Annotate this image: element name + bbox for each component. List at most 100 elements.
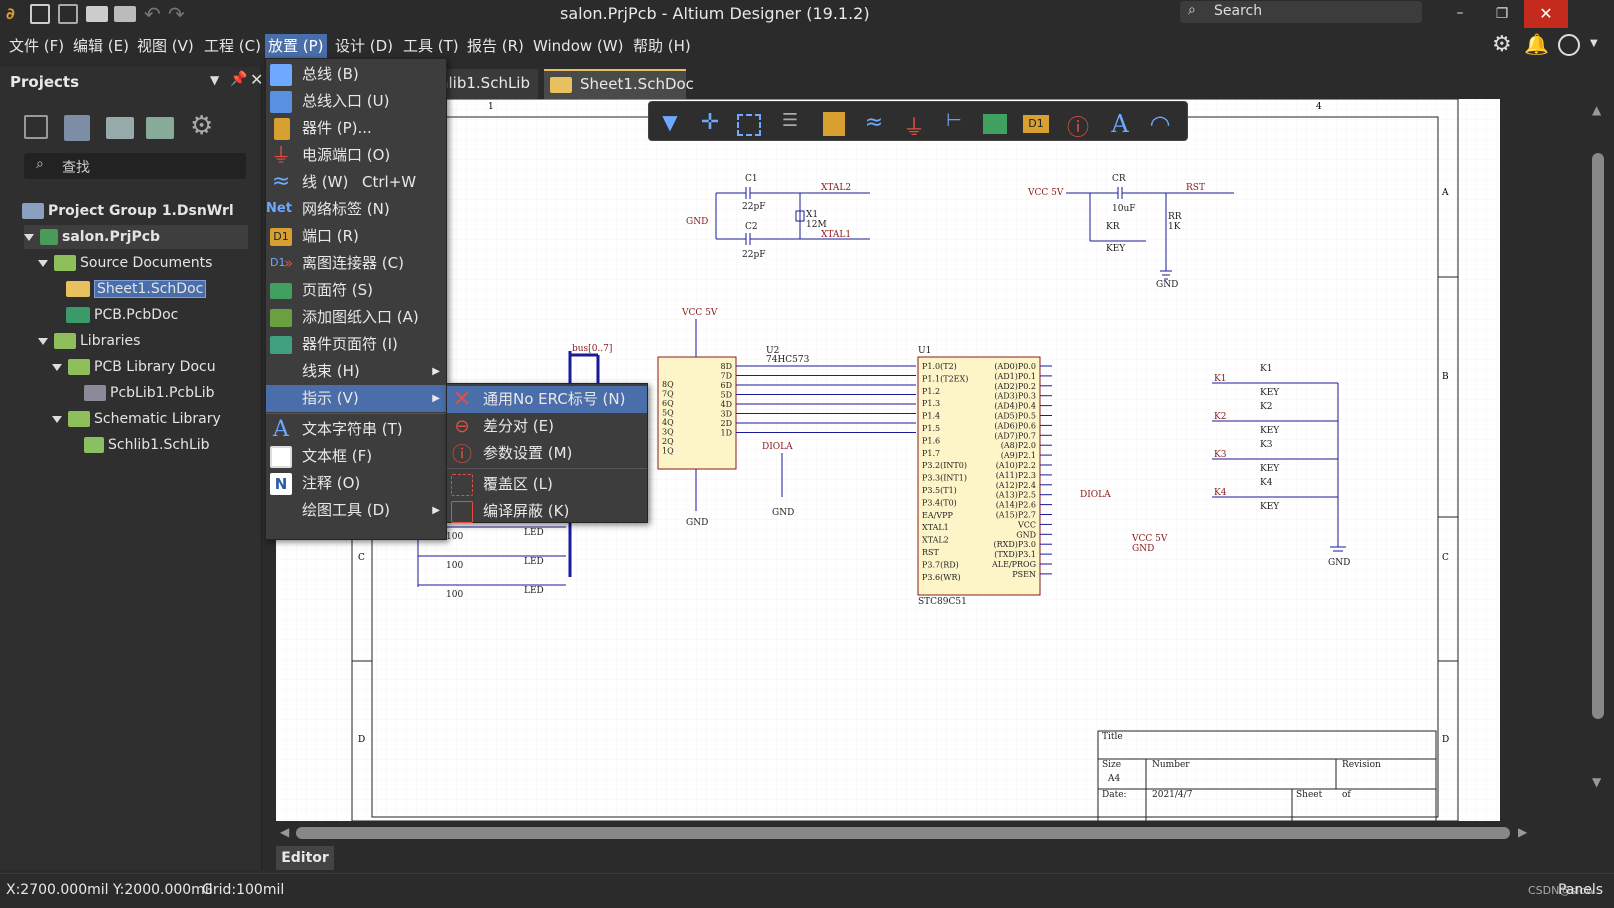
menu-reports[interactable]: 报告 (R) bbox=[464, 34, 527, 58]
panel-close-icon[interactable]: ✕ bbox=[250, 70, 263, 89]
tree-pcb-doc[interactable]: PCB.PcbDoc bbox=[66, 303, 178, 327]
menu-place[interactable]: 放置 (P) bbox=[265, 34, 327, 58]
power-port-icon[interactable]: ⏚ bbox=[897, 110, 931, 141]
tree-pcb-library-docs[interactable]: PCB Library Docu bbox=[52, 355, 248, 379]
tree-pcblib[interactable]: PcbLib1.PcbLib bbox=[84, 381, 215, 405]
x1-value: 12M bbox=[806, 220, 827, 230]
menu-edit[interactable]: 编辑 (E) bbox=[70, 34, 132, 58]
menu-view[interactable]: 视图 (V) bbox=[134, 34, 197, 58]
menu-item-parameter-set[interactable]: ⓘ 参数设置 (M) bbox=[447, 440, 647, 467]
save-all-icon[interactable] bbox=[58, 4, 78, 24]
user-account-icon[interactable] bbox=[1558, 34, 1580, 56]
open-project-icon[interactable] bbox=[114, 6, 136, 22]
menu-item-bus[interactable]: 总线 (B) bbox=[266, 61, 446, 88]
wire-icon[interactable]: ≈ bbox=[857, 110, 891, 140]
menu-design[interactable]: 设计 (D) bbox=[332, 34, 396, 58]
gear-icon[interactable]: ⚙ bbox=[1492, 32, 1512, 57]
save-icon[interactable] bbox=[30, 4, 50, 24]
expand-icon[interactable] bbox=[38, 337, 48, 345]
open-folder-icon[interactable] bbox=[106, 117, 134, 139]
tree-search[interactable]: ⌕ 查找 bbox=[24, 153, 246, 179]
global-search[interactable]: ⌕ Search bbox=[1180, 1, 1422, 23]
open-icon[interactable] bbox=[86, 6, 108, 22]
menu-item-text-string[interactable]: A 文本字符串 (T) bbox=[266, 416, 446, 443]
menu-item-note[interactable]: N 注释 (O) bbox=[266, 470, 446, 497]
restore-button[interactable]: ❐ bbox=[1484, 0, 1520, 28]
tree-project-group[interactable]: Project Group 1.DsnWrl bbox=[22, 199, 234, 223]
tree-schlib[interactable]: Schlib1.SchLib bbox=[84, 433, 210, 457]
menu-item-blanket[interactable]: 覆盖区 (L) bbox=[447, 471, 647, 498]
horizontal-scrollbar[interactable]: ◀ ▶ bbox=[276, 821, 1570, 843]
menu-item-port[interactable]: D1 端口 (R) bbox=[266, 223, 446, 250]
panels-button[interactable]: Panels bbox=[1558, 882, 1603, 898]
tab-schlib[interactable]: Schlib1.SchLib bbox=[444, 69, 538, 99]
editor-tab[interactable]: Editor bbox=[276, 846, 334, 870]
menu-item-harness[interactable]: 线束 (H) ▶ bbox=[266, 358, 446, 385]
directive-icon[interactable]: ⓘ bbox=[1061, 110, 1095, 141]
compile-icon[interactable] bbox=[64, 115, 90, 141]
tb-size: Size bbox=[1102, 760, 1121, 770]
menu-project[interactable]: 工程 (C) bbox=[201, 34, 264, 58]
expand-icon[interactable] bbox=[52, 415, 62, 423]
sheet-symbol-icon[interactable] bbox=[983, 114, 1007, 134]
menu-item-no-erc[interactable]: ✕ 通用No ERC标号 (N) bbox=[447, 386, 647, 413]
undo-icon[interactable]: ↶ bbox=[144, 2, 161, 26]
tree-sheet1[interactable]: Sheet1.SchDoc bbox=[66, 277, 207, 301]
expand-icon[interactable] bbox=[24, 233, 34, 241]
align-icon[interactable]: ☰ bbox=[773, 110, 807, 140]
menu-item-compile-mask[interactable]: 编译屏蔽 (K) bbox=[447, 498, 647, 525]
move-icon[interactable]: ✛ bbox=[693, 110, 727, 140]
menu-help[interactable]: 帮助 (H) bbox=[630, 34, 694, 58]
menu-item-bus-entry[interactable]: 总线入口 (U) bbox=[266, 88, 446, 115]
panel-menu-chevron-icon[interactable]: ▼ bbox=[210, 73, 219, 87]
vertical-scrollbar[interactable]: ▲ ▼ bbox=[1570, 99, 1614, 821]
bus-entry-icon bbox=[270, 91, 292, 113]
tree-source-documents[interactable]: Source Documents bbox=[38, 251, 212, 275]
port-icon[interactable]: D1 bbox=[1023, 115, 1049, 133]
scroll-thumb[interactable] bbox=[1592, 153, 1604, 719]
user-menu-chevron-icon[interactable]: ▼ bbox=[1590, 38, 1598, 49]
tree-project[interactable]: salon.PrjPcb bbox=[24, 225, 248, 249]
menu-item-power-port[interactable]: ⏚ 电源端口 (O) bbox=[266, 142, 446, 169]
redo-icon[interactable]: ↷ bbox=[168, 2, 185, 26]
menu-item-net-label[interactable]: Net 网络标签 (N) bbox=[266, 196, 446, 223]
scroll-down-icon[interactable]: ▼ bbox=[1592, 775, 1601, 789]
menu-item-off-sheet-connector[interactable]: D1» 离图连接器 (C) bbox=[266, 250, 446, 277]
tab-sheet1[interactable]: Sheet1.SchDoc bbox=[544, 69, 694, 99]
menu-item-wire[interactable]: ≈ 线 (W) Ctrl+W bbox=[266, 169, 446, 196]
menu-item-text-frame[interactable]: 文本框 (F) bbox=[266, 443, 446, 470]
close-button[interactable]: ✕ bbox=[1524, 0, 1568, 28]
place-part-icon[interactable] bbox=[823, 112, 845, 136]
project-options-icon[interactable] bbox=[146, 117, 174, 139]
border-col-label: 4 bbox=[1316, 102, 1322, 112]
scroll-left-icon[interactable]: ◀ bbox=[280, 825, 289, 839]
minimize-button[interactable]: – bbox=[1440, 0, 1480, 28]
bell-icon[interactable]: 🔔 bbox=[1524, 32, 1549, 56]
menu-tools[interactable]: 工具 (T) bbox=[400, 34, 462, 58]
menu-item-part[interactable]: 器件 (P)... bbox=[266, 115, 446, 142]
menu-item-device-sheet[interactable]: 器件页面符 (I) bbox=[266, 331, 446, 358]
menu-item-directives[interactable]: 指示 (V) ▶ bbox=[266, 385, 446, 412]
scroll-up-icon[interactable]: ▲ bbox=[1592, 103, 1601, 117]
menu-item-diff-pair[interactable]: ⊖ 差分对 (E) bbox=[447, 413, 647, 440]
pin-icon[interactable]: 📌 bbox=[230, 71, 247, 87]
tree-schematic-library[interactable]: Schematic Library bbox=[52, 407, 221, 431]
scroll-right-icon[interactable]: ▶ bbox=[1518, 825, 1527, 839]
filter-icon[interactable]: ▼ bbox=[653, 110, 687, 140]
tree-libraries[interactable]: Libraries bbox=[38, 329, 140, 353]
u1-pin-label: EA/VPP bbox=[922, 511, 953, 520]
select-area-icon[interactable] bbox=[737, 114, 761, 136]
harness-icon[interactable]: ⊢ bbox=[937, 110, 971, 140]
scroll-thumb[interactable] bbox=[296, 827, 1510, 839]
expand-icon[interactable] bbox=[52, 363, 62, 371]
menu-window[interactable]: Window (W) bbox=[530, 34, 626, 58]
expand-icon[interactable] bbox=[38, 259, 48, 267]
arc-icon[interactable]: ◠ bbox=[1143, 110, 1177, 140]
settings-gear-icon[interactable]: ⚙ bbox=[190, 111, 213, 141]
menu-item-sheet-entry[interactable]: 添加图纸入口 (A) bbox=[266, 304, 446, 331]
menu-file[interactable]: 文件 (F) bbox=[6, 34, 67, 58]
text-icon[interactable]: A bbox=[1103, 110, 1137, 140]
menu-item-sheet-symbol[interactable]: 页面符 (S) bbox=[266, 277, 446, 304]
save-project-icon[interactable] bbox=[24, 115, 48, 139]
menu-item-drawing-tools[interactable]: 绘图工具 (D) ▶ bbox=[266, 497, 446, 524]
